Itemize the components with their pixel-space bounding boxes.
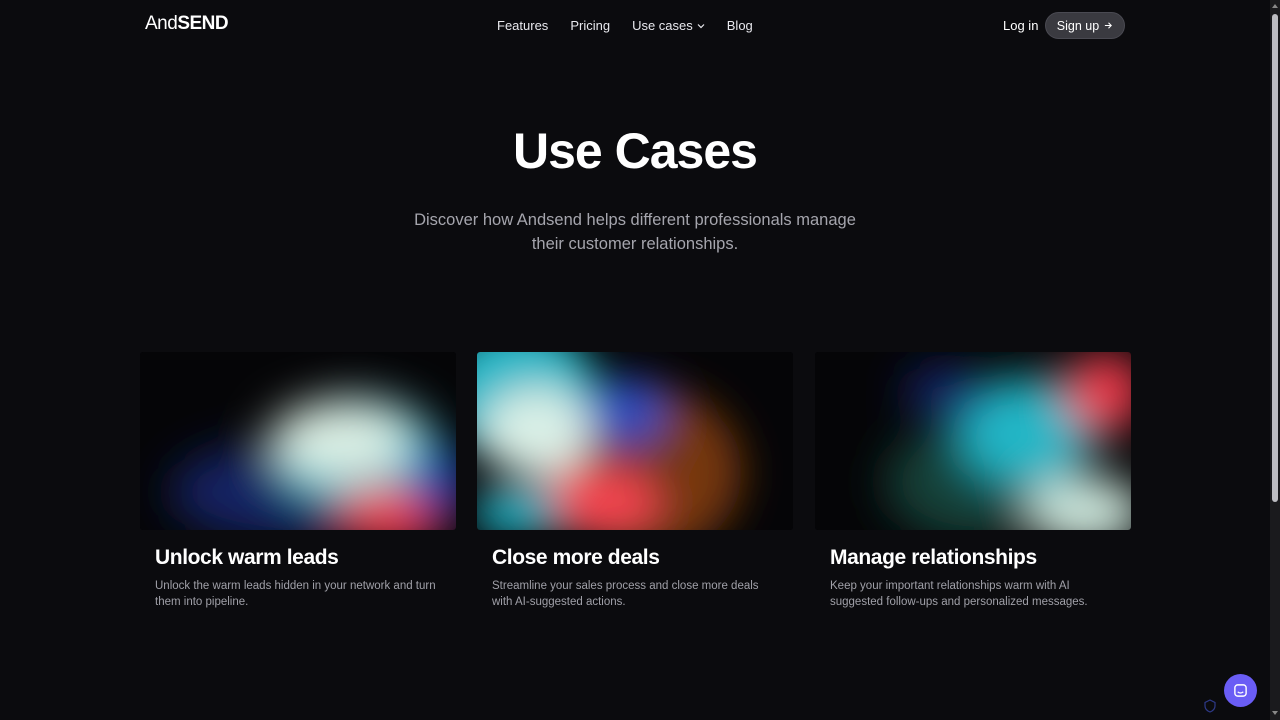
page-title: Use Cases: [513, 123, 758, 179]
chat-launcher-button[interactable]: [1224, 674, 1257, 707]
nav-use-cases-label: Use cases: [632, 18, 693, 33]
card-image: [815, 352, 1131, 530]
logo[interactable]: AndSEND: [145, 13, 229, 35]
nav-pricing[interactable]: Pricing: [570, 18, 610, 33]
scrollbar[interactable]: [1270, 0, 1280, 720]
nav-features-label: Features: [497, 18, 549, 33]
logo-text-thin: And: [145, 13, 178, 34]
card-image: [477, 352, 793, 530]
nav-use-cases[interactable]: Use cases: [632, 18, 705, 33]
scroll-up-icon[interactable]: [1272, 4, 1278, 8]
card-image: [140, 352, 456, 530]
shield-icon: [1204, 699, 1216, 713]
card-title: Close more deals: [492, 546, 660, 569]
signup-button[interactable]: Sign up: [1045, 12, 1125, 39]
nav-pricing-label: Pricing: [570, 18, 611, 33]
logo-text-bold: SEND: [177, 13, 229, 34]
page-subtitle: Discover how Andsend helps different pro…: [414, 211, 856, 253]
card-description: Keep your important relationships warm w…: [830, 580, 1088, 608]
nav-features[interactable]: Features: [497, 18, 548, 33]
signup-label: Sign up: [1056, 18, 1100, 33]
arrow-right-icon: [1105, 22, 1113, 29]
nav-blog-label: Blog: [726, 18, 753, 33]
login-link[interactable]: Log in: [1003, 18, 1038, 33]
use-case-card-close-deals[interactable]: Close more deals Streamline your sales p…: [477, 352, 793, 610]
card-description: Unlock the warm leads hidden in your net…: [155, 580, 436, 608]
chevron-down-icon: [697, 23, 705, 28]
main-nav: Features Pricing Use cases Blog: [497, 18, 753, 33]
card-title: Unlock warm leads: [155, 546, 339, 569]
nav-blog[interactable]: Blog: [727, 18, 753, 33]
use-case-card-warm-leads[interactable]: Unlock warm leads Unlock the warm leads …: [140, 352, 456, 610]
use-case-card-relationships[interactable]: Manage relationships Keep your important…: [815, 352, 1131, 610]
scroll-down-icon[interactable]: [1272, 711, 1278, 715]
card-title: Manage relationships: [830, 546, 1037, 569]
chat-icon: [1234, 684, 1247, 697]
card-description: Streamline your sales process and close …: [492, 580, 759, 608]
scroll-thumb[interactable]: [1272, 14, 1278, 502]
site-header: AndSEND Features Pricing Use cases Blog …: [0, 0, 1270, 52]
